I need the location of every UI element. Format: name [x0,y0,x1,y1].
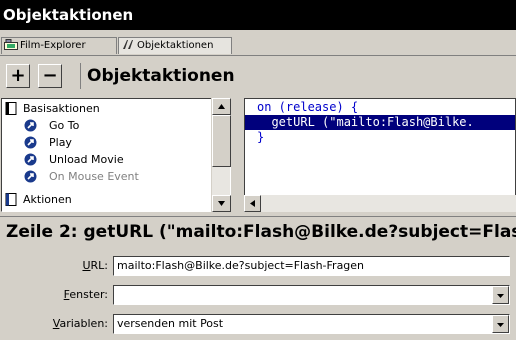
fenster-label: Fenster: [63,288,108,301]
list-item-label: Aktionen [23,193,72,206]
script-line-selected[interactable]: getURL ("mailto:Flash@Bilke. [245,115,515,130]
panel-title: Objektaktionen [80,63,235,89]
script-horizontal-scrollbar[interactable] [244,195,516,212]
fenster-dropdown-button[interactable] [492,286,509,304]
list-item-label: Go To [49,119,80,132]
tab-strip: Film-Explorer Objektaktionen [0,34,516,56]
tab-objektaktionen-label: Objektaktionen [137,40,214,51]
tab-film-explorer-label: Film-Explorer [20,40,86,51]
variablen-select[interactable]: versenden mit Post [113,314,510,334]
variablen-dropdown-button[interactable] [492,315,509,333]
actions-icon [123,40,133,49]
tab-objektaktionen[interactable]: Objektaktionen [118,37,232,54]
script-line[interactable]: } [245,130,515,145]
film-explorer-icon [4,39,18,50]
tab-film-explorer[interactable]: Film-Explorer [1,37,117,54]
scroll-down-button[interactable] [212,195,231,212]
action-list-scrollbar[interactable] [211,98,231,212]
list-item-label: Basisaktionen [23,102,100,115]
variablen-value: versenden mit Post [117,317,224,330]
scroll-up-button[interactable] [212,98,231,115]
action-icon [24,153,37,166]
arrow-left-icon [250,200,255,207]
action-icon [24,170,37,183]
url-label: URL: [82,259,108,272]
arrow-up-icon [218,104,225,109]
script-line[interactable]: on (release) { [245,100,515,115]
chevron-down-icon [497,294,504,298]
remove-action-button[interactable]: − [38,64,62,88]
url-field[interactable]: mailto:Flash@Bilke.de?subject=Flash-Frag… [113,256,510,276]
list-item-on-mouse-event[interactable]: On Mouse Event [24,169,139,185]
list-item-label: Play [49,136,72,149]
variablen-label: Variablen: [52,317,108,330]
arrow-down-icon [218,201,225,206]
list-item-play[interactable]: Play [24,135,72,151]
fenster-select[interactable] [113,285,510,305]
scroll-left-button[interactable] [244,195,261,212]
action-list[interactable]: Basisaktionen Go To Play Unload Movie On… [1,98,231,212]
list-item-basisaktionen[interactable]: Basisaktionen [5,101,100,117]
list-item-goto[interactable]: Go To [24,118,79,134]
add-action-button[interactable]: + [6,64,30,88]
toolbar: + − Objektaktionen [0,60,516,94]
list-item-aktionen[interactable]: Aktionen [5,192,72,208]
book-icon [5,102,17,115]
list-item-label: On Mouse Event [49,170,139,183]
window-title: Objektaktionen [0,0,516,30]
scroll-thumb[interactable] [212,115,231,167]
action-icon [24,119,37,132]
list-item-unload-movie[interactable]: Unload Movie [24,152,124,168]
detail-title: Zeile 2: getURL ("mailto:Flash@Bilke.de?… [0,216,516,246]
chevron-down-icon [497,323,504,327]
book-icon [5,193,17,206]
action-icon [24,136,37,149]
list-item-label: Unload Movie [49,153,124,166]
